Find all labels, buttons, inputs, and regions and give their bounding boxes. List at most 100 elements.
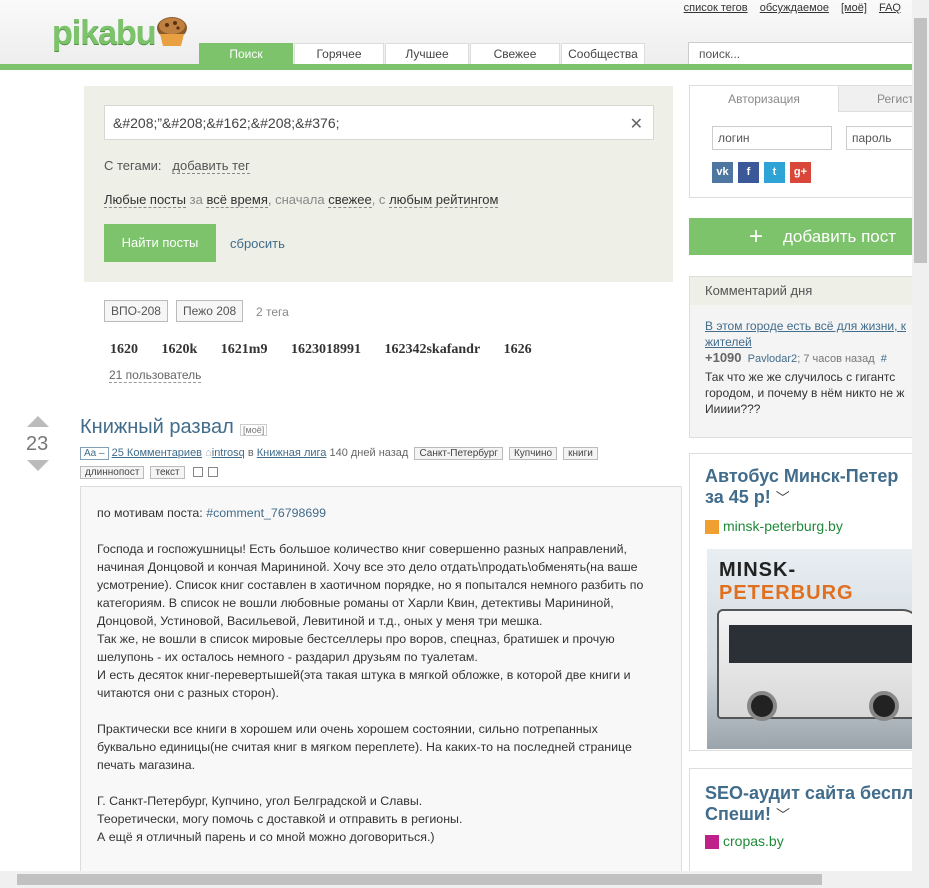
ad-title-2[interactable]: за 45 р! ﹀ <box>705 487 790 509</box>
tab-hot[interactable]: Горячее <box>294 43 384 64</box>
post-tag[interactable]: Купчино <box>508 447 558 460</box>
ad-title-2-text: за 45 р! <box>705 487 771 507</box>
comment-hash-link[interactable]: # <box>881 353 887 365</box>
search-query-value: &#208;”&#208;&#162;&#208;&#376; <box>113 115 340 131</box>
comment-user[interactable]: Pavlodar2 <box>748 353 798 365</box>
add-post-button[interactable]: + добавить пост <box>689 218 913 255</box>
vk-icon[interactable]: vk <box>712 162 733 183</box>
tab-login[interactable]: Авторизация <box>690 86 838 112</box>
site-favicon-icon <box>705 520 719 535</box>
chevron-down-icon[interactable]: ﹀ <box>776 807 790 823</box>
post-meta: Aa – 25 Комментариев ⌂introsq в Книжная … <box>80 444 680 482</box>
post-tag[interactable]: Санкт-Петербург <box>414 447 503 460</box>
ad-title[interactable]: Автобус Минск-Петер <box>705 466 898 487</box>
twitter-icon[interactable]: t <box>764 162 785 183</box>
bus-wheel <box>747 691 777 721</box>
vertical-scrollbar-thumb[interactable] <box>914 18 927 263</box>
cupcake-logo-icon[interactable] <box>155 14 189 48</box>
header-divider <box>0 64 912 70</box>
facebook-icon[interactable]: f <box>738 162 759 183</box>
user-link[interactable]: 1620k <box>162 342 198 357</box>
any-posts-dropdown[interactable]: Любые посты <box>104 192 186 208</box>
ad-block[interactable]: SEO-аудит сайта беспл Спеши! ﹀ cropas.by <box>689 768 913 878</box>
user-link[interactable]: 1621m9 <box>221 342 268 357</box>
comment-post-link[interactable]: В этом городе есть всё для жизни, к <box>705 319 906 333</box>
find-posts-button[interactable]: Найти посты <box>104 224 216 262</box>
comment-text: Так что же же случилось с гигантс городо… <box>705 370 905 416</box>
vote-down-icon[interactable] <box>27 460 49 471</box>
time-range-dropdown[interactable]: всё время <box>206 192 268 208</box>
ad-image-text-1: MINSK- <box>719 559 797 581</box>
pikabu-logo[interactable]: pikabu <box>52 14 157 53</box>
save-icon[interactable] <box>192 467 203 478</box>
user-link[interactable]: 1626 <box>504 342 532 357</box>
post-tag[interactable]: текст <box>150 466 185 479</box>
tab-search[interactable]: Поиск <box>199 43 293 64</box>
users-count-link[interactable]: 21 пользователь <box>109 368 202 383</box>
tab-fresh[interactable]: Свежее <box>470 43 560 64</box>
ad-site[interactable]: cropas.by <box>705 833 784 850</box>
user-results: 1620 1620k 1621m9 1623018991 162342skafa… <box>110 342 552 358</box>
header-search-input[interactable]: поиск... <box>688 42 918 65</box>
tab-communities[interactable]: Сообщества <box>561 43 645 64</box>
tag-result-vpo208[interactable]: ВПО-208 <box>104 300 168 322</box>
post-filter-row: Любые посты за всё время, сначала свежее… <box>104 192 499 208</box>
user-link[interactable]: 162342skafandr <box>384 342 480 357</box>
google-plus-icon[interactable]: g+ <box>790 162 811 183</box>
tag-result-peugeot208[interactable]: Пежо 208 <box>176 300 244 322</box>
chevron-down-icon[interactable]: ﹀ <box>776 490 790 506</box>
horizontal-scrollbar-thumb[interactable] <box>17 874 822 885</box>
vote-up-icon[interactable] <box>27 416 49 427</box>
filter-text-first: , сначала <box>267 192 325 207</box>
site-favicon-icon <box>705 835 719 850</box>
add-tag-link[interactable]: добавить тег <box>172 158 250 174</box>
user-link[interactable]: 1623018991 <box>291 342 361 357</box>
bus-picture <box>717 609 912 721</box>
horizontal-scrollbar[interactable] <box>0 871 929 888</box>
rating-dropdown[interactable]: любым рейтингом <box>389 192 499 208</box>
filter-text-with: , с <box>371 192 386 207</box>
post-age: 140 дней назад <box>329 447 409 459</box>
tags-list-link[interactable]: список тегов <box>684 2 748 14</box>
ad-image[interactable]: MINSK-PETERBURG <box>707 549 912 749</box>
mine-badge: [моё] <box>240 424 268 436</box>
comment-of-day-body: В этом городе есть всё для жизни, к жите… <box>705 319 907 416</box>
ad-title-2[interactable]: Спеши! ﹀ <box>705 804 790 826</box>
post-tag[interactable]: книги <box>563 447 598 460</box>
post-body: по мотивам поста: #comment_76798699 Госп… <box>80 486 682 876</box>
add-post-label: добавить пост <box>783 227 897 246</box>
tab-best[interactable]: Лучшее <box>385 43 469 64</box>
discussed-link[interactable]: обсуждаемое <box>760 2 829 14</box>
search-query-input[interactable]: &#208;”&#208;&#162;&#208;&#376; ✕ <box>104 105 654 140</box>
mine-link[interactable]: [моё] <box>841 2 867 14</box>
ad-image-text-2: PETERBURG <box>719 582 854 604</box>
auth-panel: Авторизация Регистрация логин пароль vk … <box>689 85 929 198</box>
font-size-toggle[interactable]: Aa – <box>80 447 109 460</box>
comment-post-link-2[interactable]: жителей <box>705 335 752 349</box>
comment-time: 7 часов назад <box>803 353 875 365</box>
plus-icon: + <box>749 223 764 250</box>
login-input[interactable]: логин <box>712 126 832 150</box>
ad-site-text: cropas.by <box>723 833 784 849</box>
user-link[interactable]: 1620 <box>110 342 138 357</box>
community-link[interactable]: Книжная лига <box>257 447 327 459</box>
comments-link[interactable]: 25 Комментариев <box>112 447 202 459</box>
sort-dropdown[interactable]: свежее <box>328 192 372 208</box>
reset-link[interactable]: сбросить <box>230 236 285 251</box>
expand-icon[interactable] <box>207 467 218 478</box>
ad-image-text: MINSK-PETERBURG <box>719 559 912 605</box>
vertical-scrollbar[interactable] <box>912 0 929 888</box>
top-links: список тегов обсуждаемое [моё] FAQ <box>675 2 901 14</box>
tab-register[interactable]: Регистрация <box>838 86 929 112</box>
ad-block[interactable]: Автобус Минск-Петер за 45 р! ﹀ minsk-pet… <box>689 453 913 751</box>
post-title[interactable]: Книжный развал <box>80 416 234 439</box>
close-icon[interactable]: ✕ <box>630 114 643 134</box>
post-comment-link[interactable]: #comment_76798699 <box>206 506 326 520</box>
ad-title[interactable]: SEO-аудит сайта беспл <box>705 783 912 804</box>
ad-site[interactable]: minsk-peterburg.by <box>705 518 843 535</box>
faq-link[interactable]: FAQ <box>879 2 901 14</box>
in-text: в <box>247 447 254 459</box>
ad-title-2-text: Спеши! <box>705 804 771 824</box>
post-tag[interactable]: длиннопост <box>80 466 145 479</box>
author-link[interactable]: introsq <box>212 447 245 459</box>
